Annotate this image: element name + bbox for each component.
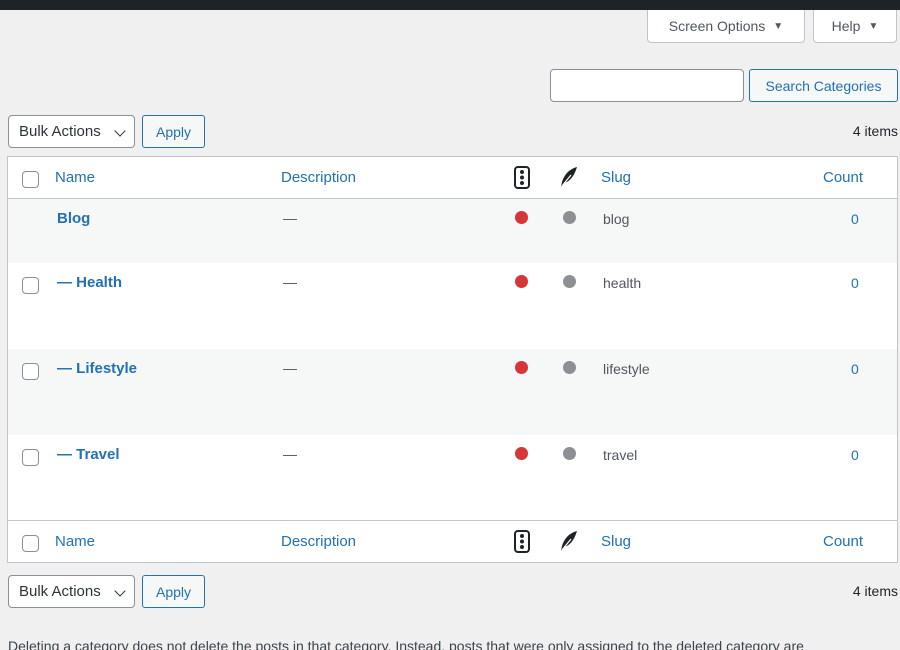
chevron-down-icon (114, 125, 126, 137)
column-header-slug[interactable]: Slug (601, 169, 631, 186)
table-header: Name Description Slug Count (8, 157, 897, 199)
column-header-count[interactable]: Count (823, 169, 863, 186)
row-checkbox[interactable] (22, 363, 39, 380)
column-header-description[interactable]: Description (281, 169, 356, 186)
category-slug: blog (603, 211, 630, 227)
seo-status-red-dot (515, 447, 528, 460)
category-description: — (283, 446, 297, 462)
apply-label: Apply (155, 123, 192, 140)
category-count-link[interactable]: 0 (851, 211, 859, 227)
table-row: — Health — health 0 (8, 263, 897, 349)
readability-status-gray-dot (563, 447, 576, 460)
quill-icon (559, 166, 579, 191)
category-slug: lifestyle (603, 361, 650, 377)
category-name-link[interactable]: Blog (57, 210, 90, 227)
bulk-actions-select-top[interactable]: Bulk Actions (8, 115, 135, 148)
screen-options-button[interactable]: Screen Options ▼ (647, 10, 805, 43)
apply-button-top[interactable]: Apply (142, 115, 205, 148)
screen-options-label: Screen Options (668, 18, 766, 34)
category-name-link[interactable]: — Health (57, 274, 122, 291)
readability-status-gray-dot (563, 275, 576, 288)
traffic-light-icon (514, 166, 530, 192)
items-count-top: 4 items (852, 123, 898, 139)
category-name-link[interactable]: — Lifestyle (57, 360, 137, 377)
category-description: — (283, 274, 297, 290)
delete-category-note: Deleting a category does not delete the … (8, 638, 804, 650)
help-button[interactable]: Help ▼ (813, 10, 897, 43)
readability-status-gray-dot (563, 361, 576, 374)
seo-status-red-dot (515, 211, 528, 224)
category-count-link[interactable]: 0 (851, 447, 859, 463)
table-row: Blog — blog 0 (8, 199, 897, 263)
category-count-link[interactable]: 0 (851, 361, 859, 377)
table-row: — Lifestyle — lifestyle 0 (8, 349, 897, 435)
bulk-actions-select-bottom[interactable]: Bulk Actions (8, 575, 135, 608)
items-count-bottom: 4 items (852, 583, 898, 599)
bulk-actions-selected-value: Bulk Actions (19, 123, 101, 140)
seo-status-red-dot (515, 275, 528, 288)
category-description: — (283, 210, 297, 226)
admin-bar (0, 0, 900, 10)
column-footer-count[interactable]: Count (823, 533, 863, 550)
category-description: — (283, 360, 297, 376)
apply-button-bottom[interactable]: Apply (142, 575, 205, 608)
category-slug: health (603, 275, 642, 291)
column-footer-name[interactable]: Name (55, 533, 95, 550)
quill-icon (559, 530, 579, 555)
select-all-checkbox[interactable] (22, 171, 39, 188)
row-checkbox[interactable] (22, 449, 39, 466)
search-categories-label: Search Categories (765, 77, 882, 94)
help-label: Help (831, 18, 861, 34)
caret-down-icon: ▼ (773, 20, 784, 32)
search-categories-button[interactable]: Search Categories (749, 69, 898, 102)
column-header-name[interactable]: Name (55, 169, 95, 186)
category-name-link[interactable]: — Travel (57, 446, 120, 463)
category-count-link[interactable]: 0 (851, 275, 859, 291)
table-footer: Name Description Slug Count (8, 520, 897, 562)
row-checkbox[interactable] (22, 277, 39, 294)
caret-down-icon: ▼ (868, 20, 879, 32)
categories-table: Name Description Slug Count Blog — blog … (7, 156, 898, 563)
chevron-down-icon (114, 585, 126, 597)
table-row: — Travel — travel 0 (8, 435, 897, 520)
column-footer-slug[interactable]: Slug (601, 533, 631, 550)
readability-status-gray-dot (563, 211, 576, 224)
seo-status-red-dot (515, 361, 528, 374)
column-footer-description[interactable]: Description (281, 533, 356, 550)
bulk-actions-selected-value: Bulk Actions (19, 583, 101, 600)
search-input[interactable] (550, 69, 744, 102)
apply-label: Apply (155, 583, 192, 600)
traffic-light-icon (514, 530, 530, 556)
select-all-checkbox-footer[interactable] (22, 535, 39, 552)
category-slug: travel (603, 447, 638, 463)
